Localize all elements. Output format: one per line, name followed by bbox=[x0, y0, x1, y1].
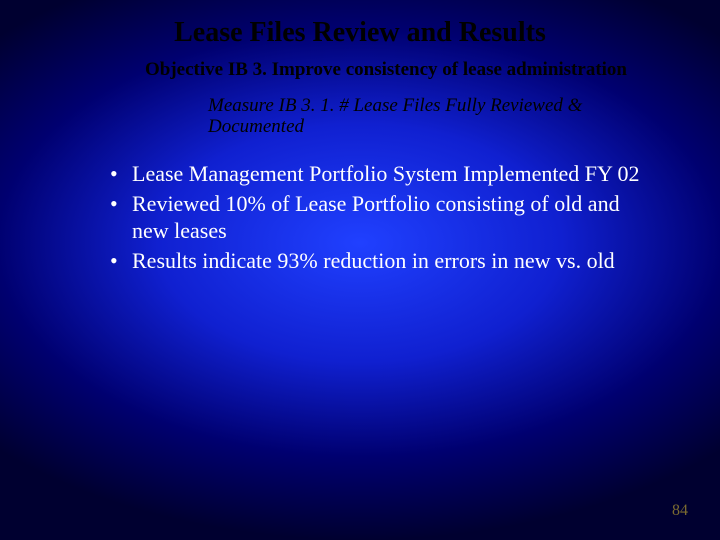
objective-line: Objective IB 3. Improve consistency of l… bbox=[0, 49, 720, 81]
slide: Lease Files Review and Results Objective… bbox=[0, 0, 720, 540]
list-item: Lease Management Portfolio System Implem… bbox=[110, 160, 660, 188]
list-item: Reviewed 10% of Lease Portfolio consisti… bbox=[110, 190, 660, 245]
list-item: Results indicate 93% reduction in errors… bbox=[110, 247, 660, 275]
slide-title: Lease Files Review and Results bbox=[0, 0, 720, 49]
page-number: 84 bbox=[672, 502, 688, 520]
bullet-list: Lease Management Portfolio System Implem… bbox=[0, 138, 720, 274]
measure-line: Measure IB 3. 1. # Lease Files Fully Rev… bbox=[0, 81, 720, 139]
